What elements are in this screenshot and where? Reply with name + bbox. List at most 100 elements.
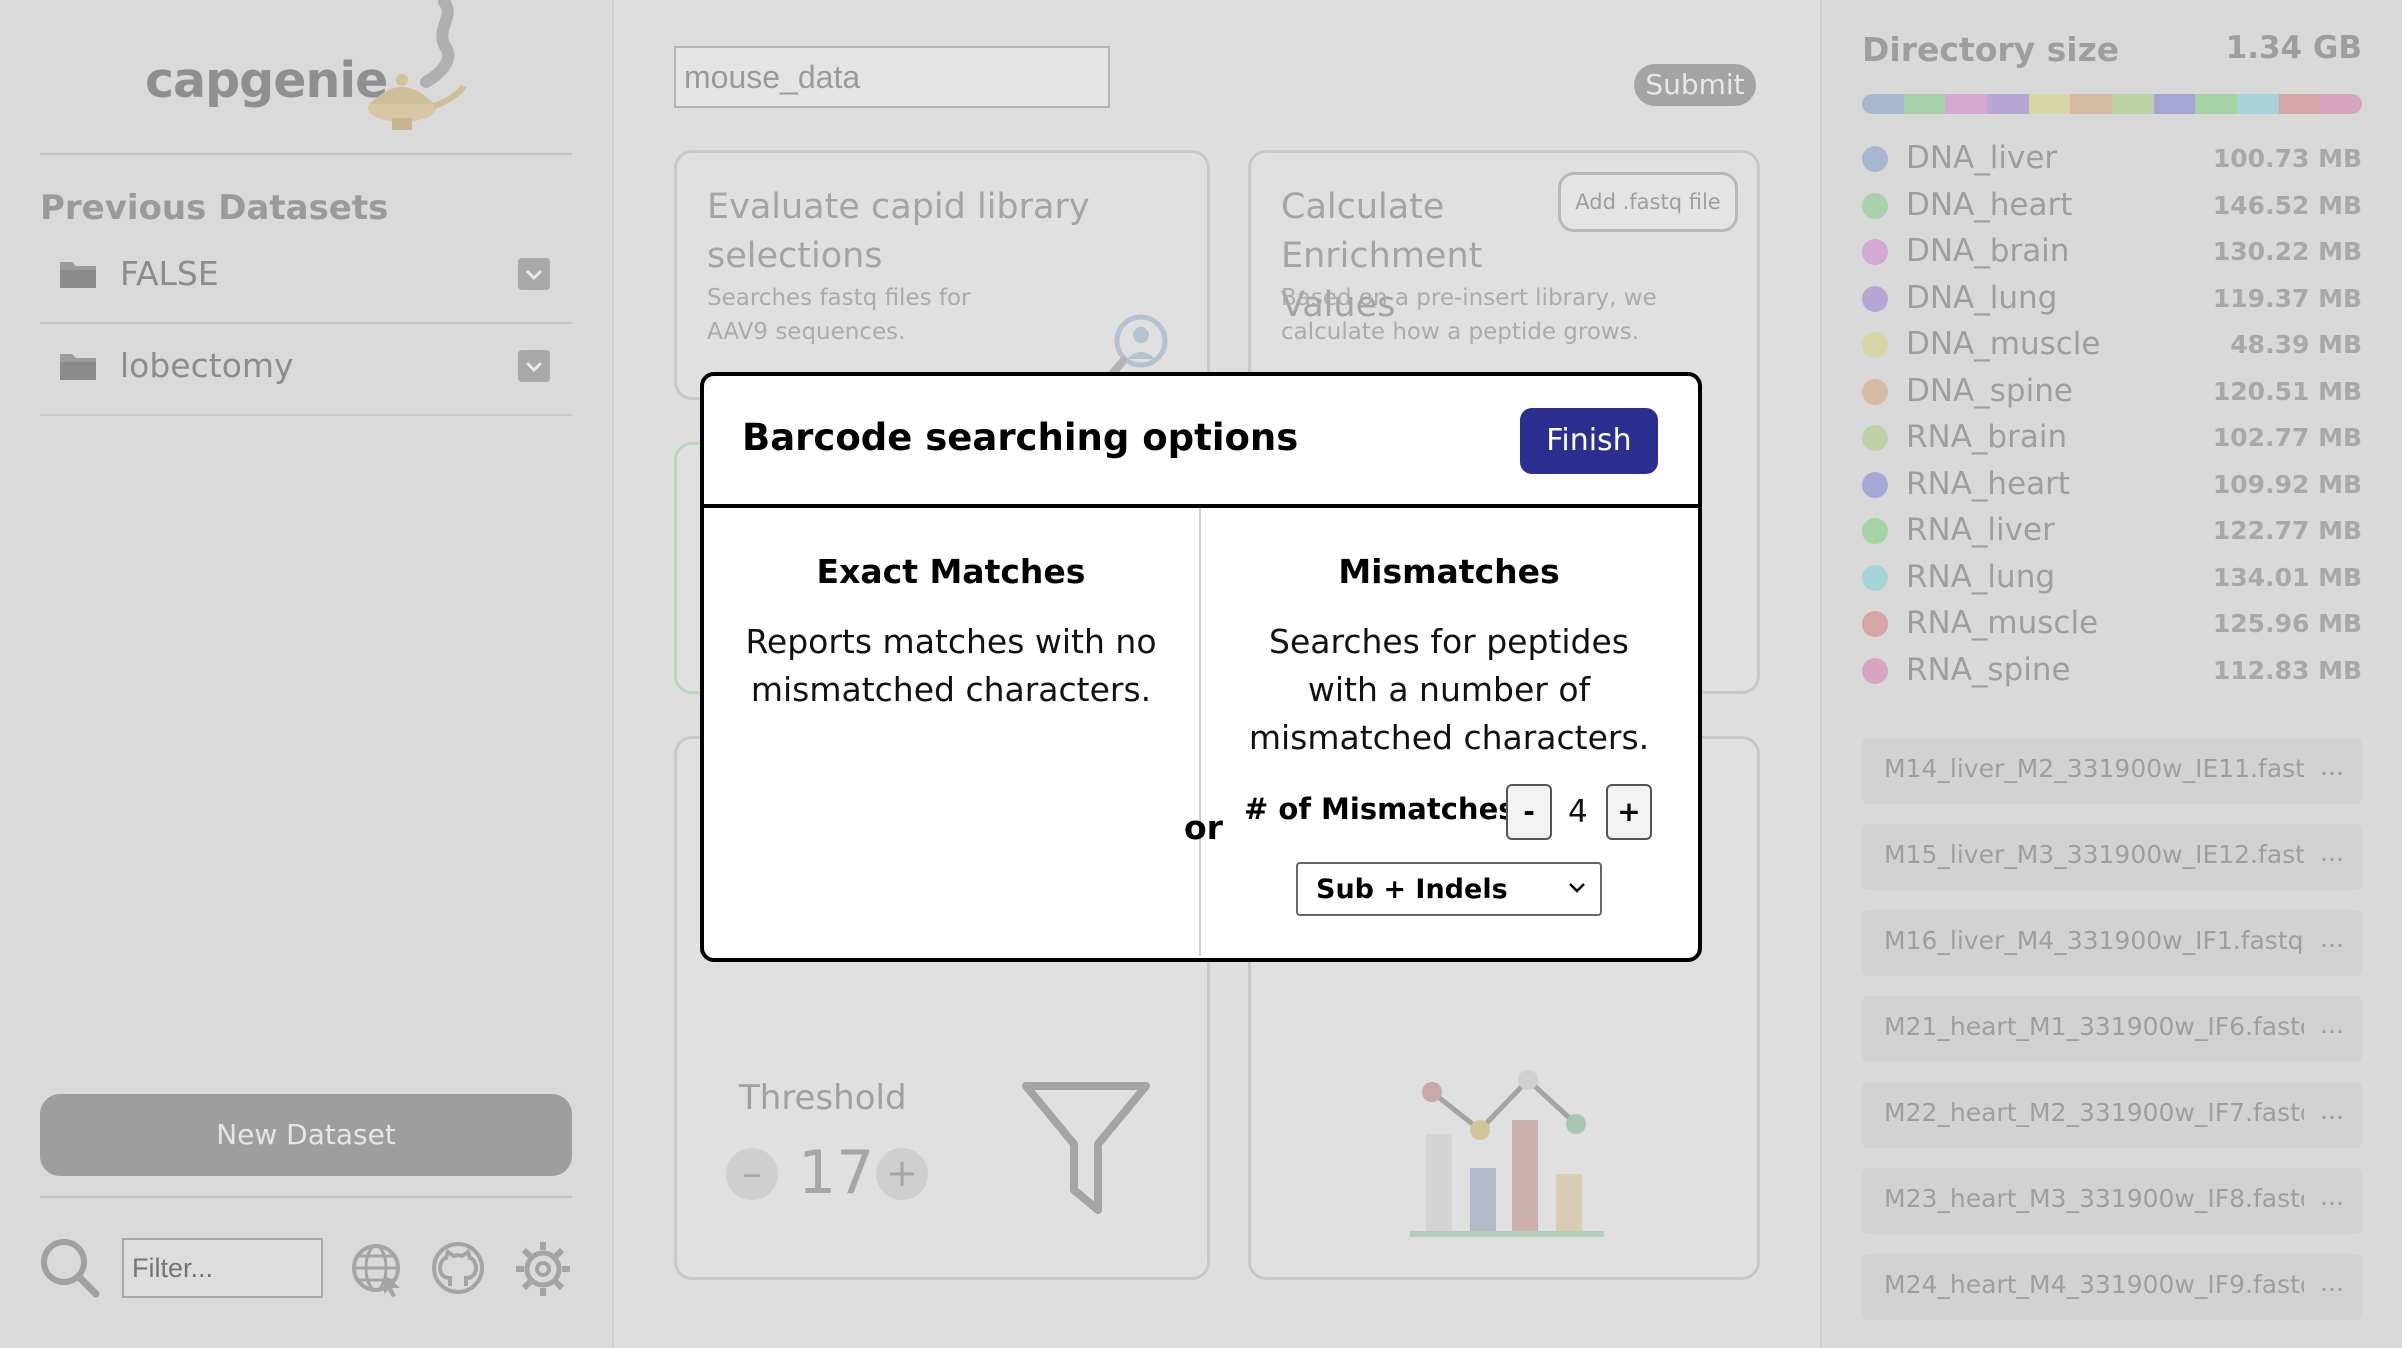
file-size: 119.37 MB [2212, 283, 2362, 313]
chevron-down-icon[interactable] [518, 350, 550, 382]
directory-file-item: RNA_brain 102.77 MB [1862, 417, 2362, 457]
file-size: 109.92 MB [2212, 469, 2362, 499]
sidebar-divider [40, 1196, 572, 1198]
sidebar-divider [40, 153, 572, 155]
new-dataset-button[interactable]: New Dataset [40, 1094, 572, 1176]
fastq-file-name: M15_liver_M3_331900w_IE12.fastq [1884, 840, 2304, 869]
fastq-file-item[interactable]: M24_heart_M4_331900w_IF9.fastq... [1862, 1254, 2362, 1320]
mismatch-decrement-button[interactable]: - [1506, 784, 1552, 840]
more-options-icon[interactable]: ... [2320, 1010, 2344, 1039]
fastq-file-item[interactable]: M14_liver_M2_331900w_IE11.fastq... [1862, 738, 2362, 804]
file-name: DNA_liver [1906, 140, 2058, 176]
threshold-increment-button[interactable]: + [876, 1148, 928, 1200]
file-size: 125.96 MB [2212, 609, 2362, 638]
mismatch-count-label: # of Mismatches: [1244, 792, 1528, 826]
add-fastq-button[interactable]: Add .fastq file [1558, 172, 1738, 232]
file-color-dot [1862, 425, 1888, 451]
more-options-icon[interactable]: ... [2320, 1268, 2344, 1297]
folder-icon [60, 354, 96, 380]
modal-column-divider [1199, 508, 1201, 956]
chevron-down-icon [1569, 883, 1585, 893]
exact-matches-text-line1: Reports matches with no [745, 622, 1157, 661]
evaluate-card[interactable]: Evaluate capid library selections Search… [674, 150, 1210, 400]
file-name: DNA_muscle [1906, 326, 2101, 362]
fastq-file-name: M14_liver_M2_331900w_IE11.fastq [1884, 754, 2304, 783]
more-options-icon[interactable]: ... [2320, 752, 2344, 781]
gear-icon[interactable] [514, 1240, 572, 1298]
file-name: RNA_liver [1906, 512, 2055, 548]
threshold-label: Threshold [739, 1078, 907, 1118]
file-size: 134.01 MB [2212, 562, 2362, 592]
file-color-dot [1862, 518, 1888, 544]
threshold-value: 17 [798, 1138, 875, 1208]
mismatches-text-line3: mismatched characters. [1248, 718, 1650, 757]
file-size: 48.39 MB [2230, 330, 2362, 359]
file-color-dot [1862, 192, 1888, 219]
or-label: or [1184, 808, 1223, 847]
file-color-dot [1862, 564, 1888, 591]
evaluate-card-title: Evaluate capid library selections [707, 187, 1090, 276]
exact-matches-text-line2: mismatched characters. [750, 670, 1152, 709]
fastq-file-item[interactable]: M23_heart_M3_331900w_IF8.fastq... [1862, 1168, 2362, 1234]
dataset-item-lobectomy[interactable]: lobectomy [40, 326, 572, 416]
file-color-dot [1862, 657, 1888, 684]
directory-file-item: RNA_spine 112.83 MB [1862, 650, 2362, 690]
dataset-label: lobectomy [120, 346, 294, 385]
fastq-file-name: M16_liver_M4_331900w_IF1.fastq [1884, 926, 2304, 955]
file-color-dot [1862, 471, 1888, 498]
directory-file-item: DNA_spine 120.51 MB [1862, 371, 2362, 411]
file-color-dot [1862, 332, 1888, 358]
directory-file-item: DNA_muscle 48.39 MB [1862, 324, 2362, 364]
file-name: RNA_brain [1906, 419, 2068, 455]
file-name: DNA_lung [1906, 279, 2058, 316]
dataset-name-input[interactable] [674, 46, 1110, 108]
mismatches-text-line1: Searches for peptides [1269, 622, 1629, 661]
mismatch-mode-select[interactable]: Sub + Indels [1296, 862, 1602, 916]
fastq-file-item[interactable]: M21_heart_M1_331900w_IF6.fastq... [1862, 996, 2362, 1062]
more-options-icon[interactable]: ... [2320, 1096, 2344, 1125]
filter-funnel-icon [1022, 1082, 1150, 1214]
directory-size-bar [1862, 94, 2362, 114]
file-name: RNA_spine [1906, 651, 2071, 688]
github-icon[interactable] [430, 1240, 486, 1296]
fastq-file-item[interactable]: M15_liver_M3_331900w_IE12.fastq... [1862, 824, 2362, 890]
directory-file-item: DNA_heart 146.52 MB [1862, 185, 2362, 225]
file-color-dot [1862, 146, 1888, 172]
search-icon[interactable] [38, 1236, 102, 1300]
submit-button[interactable]: Submit [1634, 64, 1756, 106]
chevron-down-icon[interactable] [518, 258, 550, 290]
fastq-file-item[interactable]: M16_liver_M4_331900w_IF1.fastq... [1862, 910, 2362, 976]
dataset-label: FALSE [120, 254, 219, 293]
directory-file-item: RNA_lung 134.01 MB [1862, 557, 2362, 597]
fastq-file-name: M21_heart_M1_331900w_IF6.fastq [1884, 1012, 2304, 1041]
file-name: RNA_muscle [1906, 605, 2099, 641]
directory-file-item: DNA_lung 119.37 MB [1862, 278, 2362, 318]
exact-matches-heading[interactable]: Exact Matches [704, 552, 1198, 591]
directory-size-label: Directory size [1862, 30, 2120, 69]
globe-icon[interactable] [350, 1242, 406, 1298]
threshold-decrement-button[interactable]: – [726, 1148, 778, 1200]
more-options-icon[interactable]: ... [2320, 1182, 2344, 1211]
dataset-item-false[interactable]: FALSE [40, 234, 572, 324]
directory-file-item: DNA_liver 100.73 MB [1862, 138, 2362, 178]
directory-file-item: RNA_liver 122.77 MB [1862, 510, 2362, 550]
filter-input[interactable] [122, 1238, 323, 1298]
fastq-file-item[interactable]: M22_heart_M2_331900w_IF7.fastq... [1862, 1082, 2362, 1148]
file-name: DNA_heart [1906, 186, 2073, 223]
file-size: 112.83 MB [2212, 655, 2362, 685]
file-color-dot [1862, 611, 1888, 637]
folder-icon [60, 262, 96, 288]
mismatch-count-value: 4 [1568, 794, 1588, 830]
more-options-icon[interactable]: ... [2320, 838, 2344, 867]
mismatch-increment-button[interactable]: + [1606, 784, 1652, 840]
evaluate-card-description: Searches fastq files for AAV9 sequences. [707, 285, 971, 345]
sidebar: capgenie Previous Datasets FALSE lobecto… [0, 0, 614, 1348]
more-options-icon[interactable]: ... [2320, 924, 2344, 953]
finish-button[interactable]: Finish [1520, 408, 1658, 474]
mismatches-heading[interactable]: Mismatches [1202, 552, 1696, 591]
file-color-dot [1862, 239, 1888, 265]
directory-size-value: 1.34 GB [2225, 30, 2362, 66]
app-logo-text: capgenie [145, 52, 388, 109]
fastq-file-name: M22_heart_M2_331900w_IF7.fastq [1884, 1098, 2304, 1127]
file-name: DNA_brain [1906, 233, 2070, 269]
